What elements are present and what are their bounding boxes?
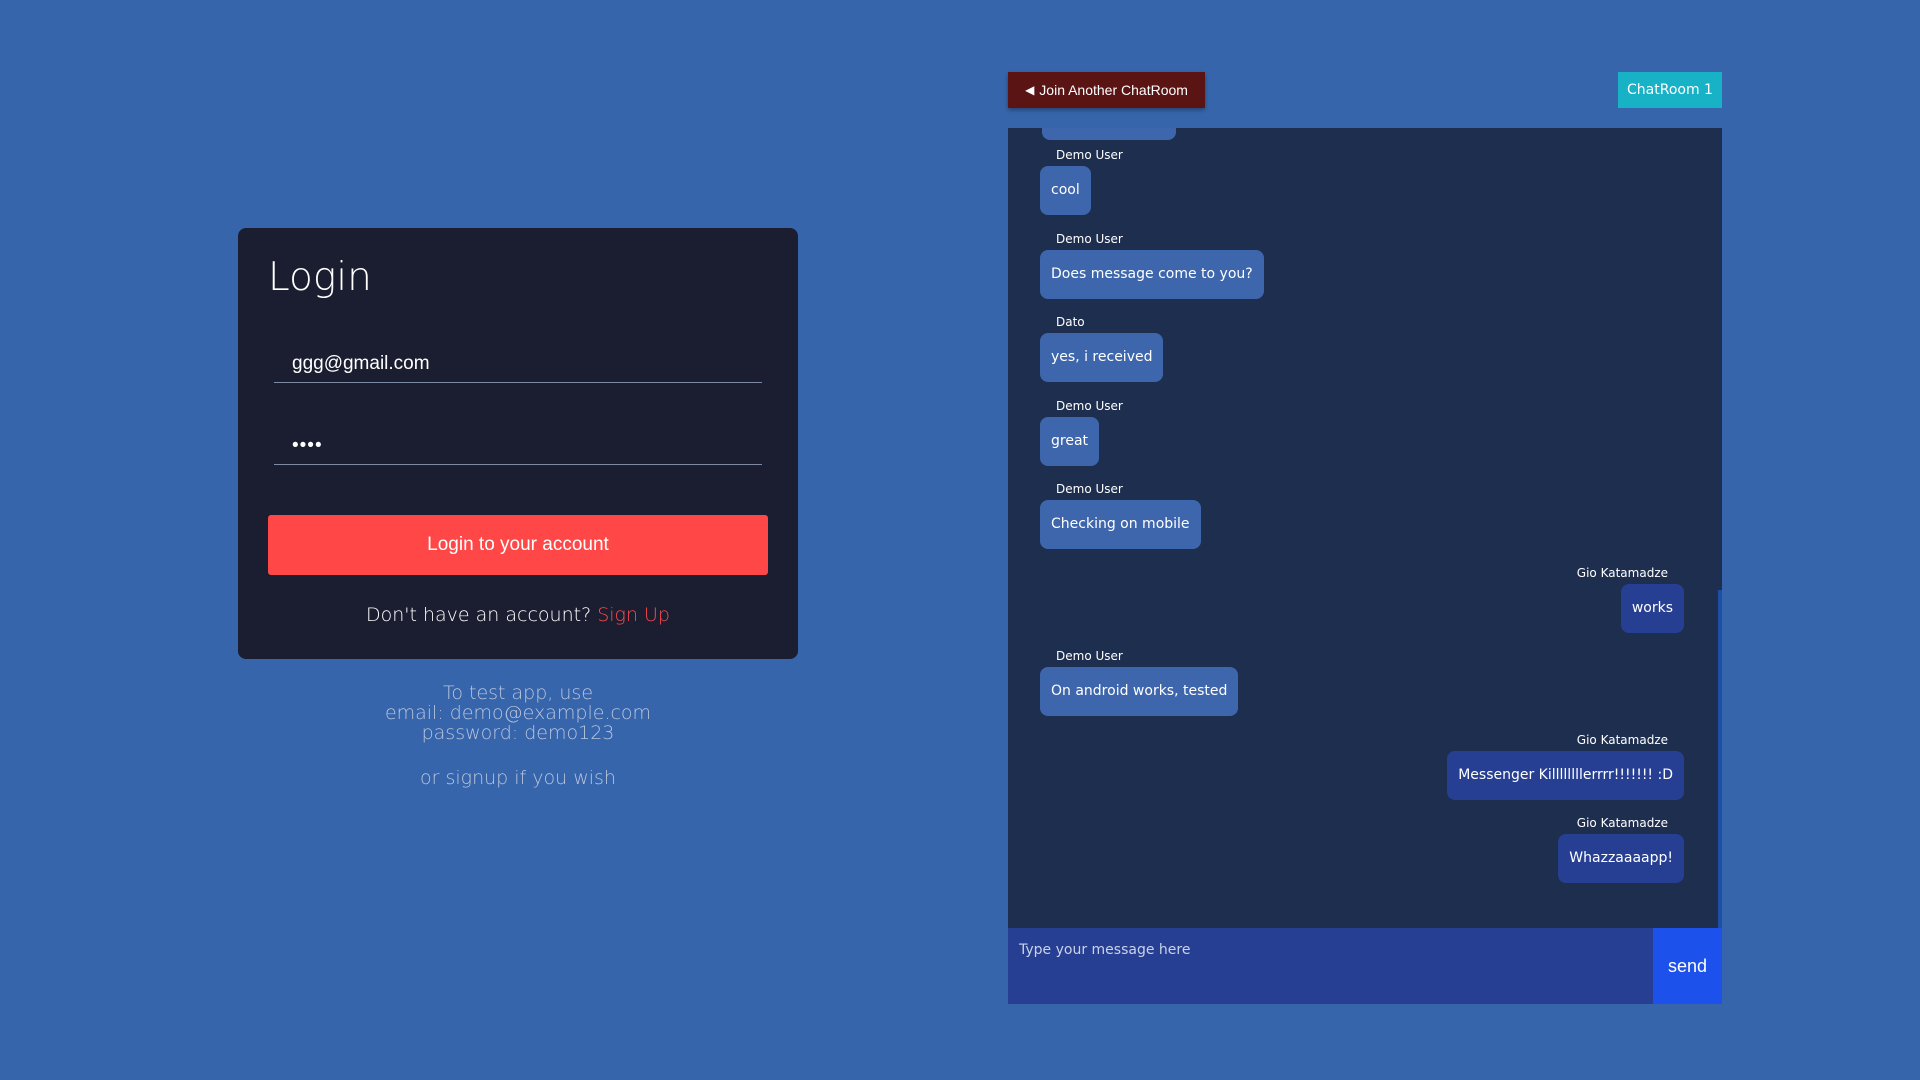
signup-prompt-text: Don't have an account? [365,604,592,626]
signup-link[interactable]: Sign Up [597,604,670,626]
demo-hint-password: password: demo123 [421,722,615,744]
demo-hint-signup: or signup if you wish [420,767,616,789]
password-field[interactable] [274,427,762,465]
message-bubble: Checking on mobile [1040,500,1201,549]
message-sender: Demo User [1056,148,1123,162]
message-bubble: Does message come to you? [1040,250,1264,299]
login-button[interactable]: Login to your account [268,515,768,575]
message-item: Gio Katamadze Messenger Killllllllerrrr!… [1447,733,1684,800]
message-bubble: On android works, tested [1040,667,1239,716]
chatroom-name-badge: ChatRoom 1 [1618,72,1722,108]
demo-hint-email: email: demo@example.com [384,702,652,724]
signup-prompt: Don't have an account? Sign Up [238,604,798,626]
message-sender: Gio Katamadze [1576,733,1668,747]
join-another-chatroom-button[interactable]: ◀ Join Another ChatRoom [1008,72,1205,108]
email-field[interactable] [274,345,762,383]
triangle-left-icon: ◀ [1025,83,1035,97]
message-bubble: works [1620,584,1684,633]
join-another-chatroom-label: Join Another ChatRoom [1039,82,1188,98]
demo-hint-line: To test app, use [442,682,594,704]
message-bubble: Whazzaaaapp! [1558,834,1684,883]
message-list[interactable]: Demo User cool Demo User Does message co… [1008,128,1722,928]
message-item: Demo User Does message come to you? [1040,232,1264,299]
message-item: Gio Katamadze Whazzaaaapp! [1558,816,1684,883]
message-sender: Demo User [1056,399,1123,413]
message-bubble: Messenger Killllllllerrrr!!!!!!! :D [1447,751,1684,800]
message-sender: Gio Katamadze [1576,816,1668,830]
login-card: Login Login to your account Don't have a… [238,228,798,659]
message-item: Gio Katamadze works [1561,566,1684,633]
message-sender: Dato [1056,315,1085,329]
clipped-message-bubble [1042,128,1176,140]
message-item: Demo User On android works, tested [1040,649,1239,716]
send-button[interactable]: send [1653,928,1722,1004]
message-bubble: yes, i received [1040,333,1164,382]
message-item: Demo User cool [1040,148,1139,215]
message-bubble: great [1040,417,1100,466]
message-sender: Gio Katamadze [1576,566,1668,580]
message-item: Demo User great [1040,399,1139,466]
message-input[interactable] [1008,928,1653,1004]
scrollbar-thumb[interactable] [1718,590,1722,928]
message-bubble: cool [1040,166,1091,215]
message-item: Demo User Checking on mobile [1040,482,1201,549]
message-sender: Demo User [1056,482,1123,496]
login-title: Login [268,255,372,300]
message-item: Dato yes, i received [1040,315,1164,382]
message-sender: Demo User [1056,649,1123,663]
message-sender: Demo User [1056,232,1123,246]
